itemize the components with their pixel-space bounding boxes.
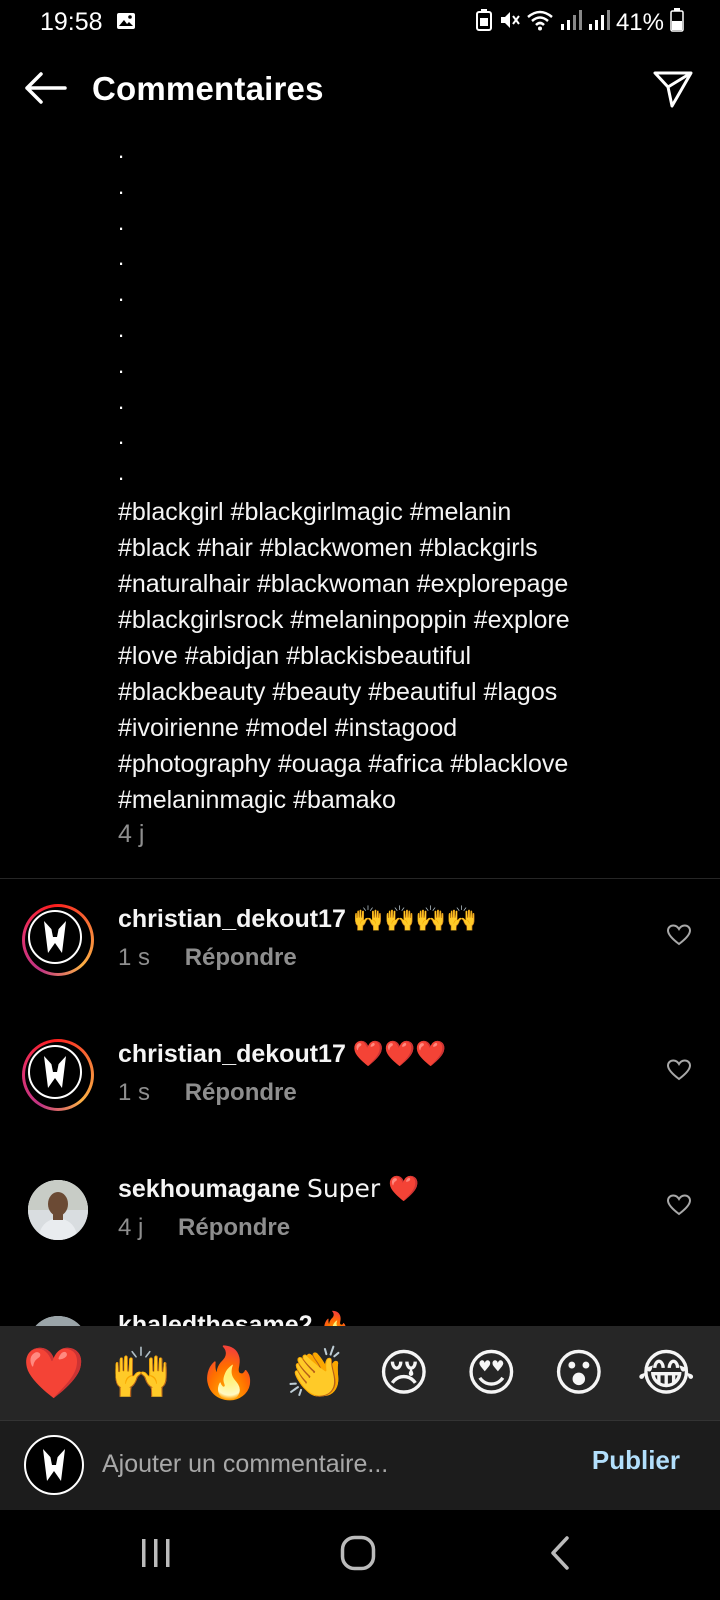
signal-icon <box>560 9 582 36</box>
status-time: 19:58 <box>40 8 103 36</box>
reaction-heart[interactable]: ❤️ <box>22 1341 86 1405</box>
comment-text: ❤️❤️❤️ <box>352 1039 447 1068</box>
reply-button[interactable]: Répondre <box>185 1079 297 1107</box>
tuxedo-logo-icon <box>28 1045 82 1099</box>
comment-item: christian_dekout17 🙌🙌🙌🙌 1 s Répondre <box>0 902 720 1012</box>
hashtag-line[interactable]: #black #hair #blackwomen #blackgirls <box>118 530 678 566</box>
caption-hashtags: #blackgirl #blackgirlmagic #melanin #bla… <box>118 494 678 818</box>
tuxedo-logo-icon <box>28 910 82 964</box>
caption-dot: . <box>118 281 125 307</box>
hashtag-line[interactable]: #blackgirlsrock #melaninpoppin #explore <box>118 602 678 638</box>
page-title: Commentaires <box>92 70 324 107</box>
mute-icon <box>498 9 520 36</box>
hashtag-line[interactable]: #blackgirl #blackgirlmagic #melanin <box>118 494 678 530</box>
caption-dot: . <box>118 138 125 163</box>
comment-timestamp: 1 s <box>118 1079 151 1106</box>
wifi-icon <box>526 9 554 36</box>
reaction-clapping[interactable]: 👏 <box>284 1341 348 1405</box>
recent-apps-icon <box>139 1537 173 1574</box>
caption-dot: . <box>118 352 125 378</box>
reaction-heart-eyes[interactable]: 😍 <box>459 1341 523 1405</box>
comment-body: christian_dekout17 ❤️❤️❤️ 1 s Répondre <box>118 1037 638 1107</box>
arrow-left-icon <box>23 71 67 110</box>
reaction-surprised[interactable]: 😮 <box>547 1341 611 1405</box>
heart-outline-icon <box>666 1058 692 1086</box>
avatar[interactable] <box>22 904 94 976</box>
caption-dot: . <box>118 245 125 271</box>
hashtag-line[interactable]: #melaninmagic #bamako <box>118 782 678 818</box>
battery-icon <box>670 8 684 37</box>
heart-outline-icon <box>666 1193 692 1221</box>
hashtag-line[interactable]: #naturalhair #blackwoman #explorepage <box>118 566 678 602</box>
comment-text: 🙌🙌🙌🙌 <box>352 904 478 933</box>
reaction-raising-hands[interactable]: 🙌 <box>109 1341 173 1405</box>
hashtag-line[interactable]: #ivoirienne #model #instagood <box>118 710 678 746</box>
heart-outline-icon <box>666 923 692 951</box>
caption-dot: . <box>118 173 125 199</box>
reaction-crying[interactable]: 😢 <box>372 1341 436 1405</box>
reply-button[interactable]: Répondre <box>178 1214 290 1242</box>
publish-button[interactable]: Publier <box>592 1445 680 1476</box>
battery-saver-icon <box>475 9 492 36</box>
caption-dot: . <box>118 460 125 486</box>
quick-reactions-bar: ❤️ 🙌 🔥 👏 😢 😍 😮 😂 <box>0 1326 720 1420</box>
comment-text: Super ❤️ <box>306 1174 420 1203</box>
reaction-fire[interactable]: 🔥 <box>197 1341 261 1405</box>
reaction-laughing[interactable]: 😂 <box>634 1341 698 1405</box>
caption-dot: . <box>118 388 125 414</box>
comment-timestamp: 4 j <box>118 1214 144 1241</box>
divider <box>0 878 720 879</box>
header: Commentaires <box>0 58 720 122</box>
like-button[interactable] <box>664 1057 694 1087</box>
like-button[interactable] <box>664 1192 694 1222</box>
caption-dot: . <box>118 209 125 235</box>
avatar[interactable] <box>22 1039 94 1111</box>
chevron-left-icon <box>549 1535 571 1575</box>
home-icon <box>340 1535 376 1576</box>
battery-percent: 41% <box>615 8 664 36</box>
comment-body: christian_dekout17 🙌🙌🙌🙌 1 s Répondre <box>118 902 638 972</box>
hashtag-line[interactable]: #love #abidjan #blackisbeautiful <box>118 638 678 674</box>
caption-dots: . . . . . . . . . . <box>118 136 698 494</box>
hashtag-line[interactable]: #photography #ouaga #africa #blacklove <box>118 746 678 782</box>
status-bar: 19:58 41% <box>0 0 720 48</box>
like-button[interactable] <box>664 922 694 952</box>
system-navigation-bar <box>0 1510 720 1600</box>
paper-plane-icon <box>652 69 694 114</box>
caption-timestamp: 4 j <box>118 820 145 848</box>
home-button[interactable] <box>328 1530 388 1580</box>
comment-body: sekhoumagane Super ❤️ 4 j Répondre <box>118 1172 638 1242</box>
reply-button[interactable]: Répondre <box>185 944 297 972</box>
tuxedo-logo-icon <box>24 1435 84 1495</box>
comment-composer: Publier <box>0 1420 720 1510</box>
post-caption: . . . . . . . . . . #blackgirl #blackgir… <box>118 136 698 818</box>
comment-item: christian_dekout17 ❤️❤️❤️ 1 s Répondre <box>0 1037 720 1147</box>
share-button[interactable] <box>648 66 698 116</box>
avatar[interactable] <box>28 1180 88 1240</box>
comment-username[interactable]: christian_dekout17 <box>118 1040 346 1068</box>
comment-timestamp: 1 s <box>118 944 151 971</box>
back-button[interactable] <box>20 68 70 112</box>
comment-username[interactable]: christian_dekout17 <box>118 905 346 933</box>
signal-icon <box>588 9 610 36</box>
caption-dot: . <box>118 424 125 450</box>
image-icon <box>116 12 136 30</box>
comment-input[interactable] <box>102 1443 562 1485</box>
comment-item: sekhoumagane Super ❤️ 4 j Répondre <box>0 1172 720 1282</box>
comment-username[interactable]: sekhoumagane <box>118 1175 300 1203</box>
back-nav-button[interactable] <box>530 1530 590 1580</box>
hashtag-line[interactable]: #blackbeauty #beauty #beautiful #lagos <box>118 674 678 710</box>
caption-dot: . <box>118 316 125 342</box>
recent-apps-button[interactable] <box>126 1530 186 1580</box>
